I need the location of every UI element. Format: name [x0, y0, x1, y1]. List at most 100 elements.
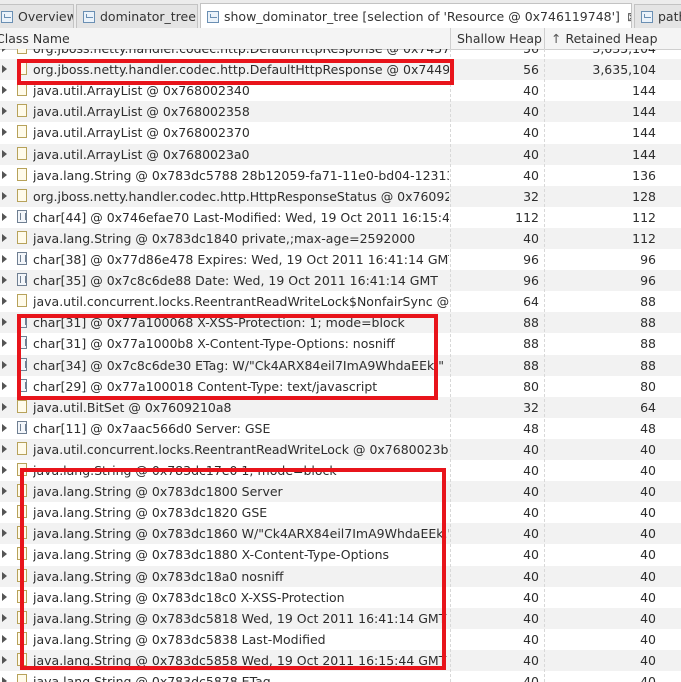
- expand-arrow-icon[interactable]: [2, 655, 7, 664]
- table-row[interactable]: java.lang.String @ 0x783dc1860 W/"Ck4ARX…: [0, 523, 681, 545]
- row-class-name: java.lang.String @ 0x783dc5858 Wed, 19 O…: [33, 652, 447, 668]
- expand-arrow-icon[interactable]: [2, 149, 7, 158]
- expand-arrow-icon[interactable]: [2, 297, 7, 306]
- expand-arrow-icon[interactable]: [2, 49, 7, 52]
- instance-object-icon: [17, 294, 27, 308]
- instance-object-icon: [17, 484, 27, 498]
- row-retained-heap: 40: [640, 610, 656, 626]
- tab-overview[interactable]: Overview: [0, 4, 74, 28]
- table-row[interactable]: java.lang.String @ 0x783dc5878 ETag 40 40: [0, 671, 681, 682]
- row-shallow-heap: 56: [523, 62, 539, 78]
- expand-arrow-icon[interactable]: [2, 170, 7, 179]
- column-header-shallow-heap[interactable]: Shallow Heap: [450, 28, 544, 49]
- table-row[interactable]: org.jboss.netty.handler.codec.http.HttpR…: [0, 185, 681, 207]
- row-shallow-heap: 88: [523, 336, 539, 352]
- table-row[interactable]: java.lang.String @ 0x783dc18a0 nosniff 40…: [0, 565, 681, 587]
- path-icon: [641, 10, 653, 23]
- expand-arrow-icon[interactable]: [2, 677, 7, 682]
- expand-arrow-icon[interactable]: [2, 339, 7, 348]
- expand-arrow-icon[interactable]: [2, 107, 7, 116]
- table-row[interactable]: java.lang.String @ 0x783dc17e0 1; mode=b…: [0, 460, 681, 481]
- table-row[interactable]: java.lang.String @ 0x783dc1800 Server 40 4…: [0, 481, 681, 503]
- table-row[interactable]: char[38] @ 0x77d86e478 Expires: Wed, 19 …: [0, 249, 681, 270]
- tab-show-dominator-tree[interactable]: show_dominator_tree [selection of 'Resou…: [200, 3, 632, 29]
- expand-arrow-icon[interactable]: [2, 571, 7, 580]
- row-class-name: char[38] @ 0x77d86e478 Expires: Wed, 19 …: [33, 252, 449, 267]
- table-row[interactable]: java.util.concurrent.locks.ReentrantRead…: [0, 438, 681, 460]
- table-row[interactable]: char[29] @ 0x77a100018 Content-Type: tex…: [0, 376, 681, 397]
- expand-arrow-icon[interactable]: [2, 613, 7, 622]
- row-retained-heap: 40: [640, 441, 656, 457]
- expand-arrow-icon[interactable]: [2, 318, 7, 327]
- expand-arrow-icon[interactable]: [2, 487, 7, 496]
- expand-arrow-icon[interactable]: [2, 508, 7, 517]
- expand-arrow-icon[interactable]: [2, 550, 7, 559]
- table-row[interactable]: char[44] @ 0x746efae70 Last-Modified: We…: [0, 207, 681, 228]
- table-row[interactable]: java.lang.String @ 0x783dc5838 Last-Modi…: [0, 629, 681, 650]
- instance-object-icon: [17, 526, 27, 540]
- table-row[interactable]: java.lang.String @ 0x783dc18c0 X-XSS-Pro…: [0, 587, 681, 608]
- expand-arrow-icon[interactable]: [2, 128, 7, 137]
- row-retained-heap: 40: [640, 484, 656, 500]
- table-row[interactable]: java.util.BitSet @ 0x7609210a8 32 64: [0, 396, 681, 418]
- table-row[interactable]: java.lang.String @ 0x783dc1840 private,;…: [0, 227, 681, 249]
- expand-arrow-icon[interactable]: [2, 191, 7, 200]
- table-row[interactable]: java.lang.String @ 0x783dc5818 Wed, 19 O…: [0, 607, 681, 629]
- table-row[interactable]: char[31] @ 0x77a100068 X-XSS-Protection:…: [0, 312, 681, 334]
- row-class-name: java.lang.String @ 0x783dc1860 W/"Ck4ARX…: [33, 526, 449, 542]
- expand-arrow-icon[interactable]: [2, 65, 7, 74]
- instance-object-icon: [17, 674, 27, 682]
- expand-arrow-icon[interactable]: [2, 360, 7, 369]
- table-row[interactable]: java.lang.String @ 0x783dc1820 GSE 40 40: [0, 502, 681, 523]
- row-class-name: java.lang.String @ 0x783dc1820 GSE: [33, 505, 268, 521]
- table-row[interactable]: java.util.ArrayList @ 0x768002358 40 144: [0, 101, 681, 123]
- table-header: Class Name Shallow Heap ↑ Retained Heap: [0, 28, 681, 50]
- table-row[interactable]: char[31] @ 0x77a1000b8 X-Content-Type-Op…: [0, 333, 681, 354]
- table-row[interactable]: java.lang.String @ 0x783dc1880 X-Content…: [0, 544, 681, 565]
- array-object-icon: [17, 315, 27, 329]
- instance-object-icon: [17, 589, 27, 603]
- close-tab-icon[interactable]: ⊠: [627, 10, 631, 24]
- row-retained-heap: 40: [640, 526, 656, 542]
- table-row[interactable]: java.util.ArrayList @ 0x768002340 40 144: [0, 80, 681, 101]
- table-row[interactable]: java.util.concurrent.locks.ReentrantRead…: [0, 291, 681, 312]
- table-row[interactable]: java.lang.String @ 0x783dc5788 28b12059-…: [0, 165, 681, 186]
- expand-arrow-icon[interactable]: [2, 276, 7, 285]
- expand-arrow-icon[interactable]: [2, 402, 7, 411]
- expand-arrow-icon[interactable]: [2, 212, 7, 221]
- table-row[interactable]: org.jboss.netty.handler.codec.http.Defau…: [0, 49, 681, 59]
- table-row[interactable]: java.util.ArrayList @ 0x768002370 40 144: [0, 122, 681, 143]
- expand-arrow-icon[interactable]: [2, 233, 7, 242]
- row-retained-heap: 128: [632, 188, 656, 204]
- row-retained-heap: 40: [640, 547, 656, 563]
- table-row[interactable]: java.util.ArrayList @ 0x7680023a0 40 144: [0, 143, 681, 165]
- row-class-name: java.lang.String @ 0x783dc5818 Wed, 19 O…: [33, 610, 447, 626]
- table-row[interactable]: char[34] @ 0x7c8c6de30 ETag: W/"Ck4ARX84…: [0, 354, 681, 376]
- column-header-retained-heap[interactable]: ↑ Retained Heap: [544, 28, 681, 49]
- table-row[interactable]: char[11] @ 0x7aac566d0 Server: GSE 48 48: [0, 418, 681, 439]
- expand-arrow-icon[interactable]: [2, 466, 7, 474]
- column-header-class-name[interactable]: Class Name: [0, 28, 450, 49]
- table-row[interactable]: org.jboss.netty.handler.codec.http.Defau…: [0, 59, 681, 81]
- expand-arrow-icon[interactable]: [2, 529, 7, 538]
- expand-arrow-icon[interactable]: [2, 381, 7, 390]
- table-row[interactable]: java.lang.String @ 0x783dc5858 Wed, 19 O…: [0, 649, 681, 671]
- tab-path[interactable]: path: [634, 4, 681, 28]
- row-shallow-heap: 96: [523, 252, 539, 267]
- expand-arrow-icon[interactable]: [2, 423, 7, 432]
- expand-arrow-icon[interactable]: [2, 634, 7, 643]
- tab-dominator-tree[interactable]: dominator_tree: [76, 4, 198, 28]
- row-shallow-heap: 40: [523, 610, 539, 626]
- expand-arrow-icon[interactable]: [2, 592, 7, 601]
- row-shallow-heap: 40: [523, 631, 539, 647]
- row-shallow-heap: 40: [523, 526, 539, 542]
- expand-arrow-icon[interactable]: [2, 255, 7, 263]
- expand-arrow-icon[interactable]: [2, 444, 7, 453]
- expand-arrow-icon[interactable]: [2, 86, 7, 95]
- array-object-icon: [17, 209, 27, 223]
- column-divider: [544, 49, 545, 682]
- overview-icon: [1, 10, 13, 23]
- table-row[interactable]: char[35] @ 0x7c8c6de88 Date: Wed, 19 Oct…: [0, 270, 681, 292]
- row-retained-heap: 96: [640, 252, 656, 267]
- row-class-name: char[44] @ 0x746efae70 Last-Modified: We…: [33, 209, 449, 225]
